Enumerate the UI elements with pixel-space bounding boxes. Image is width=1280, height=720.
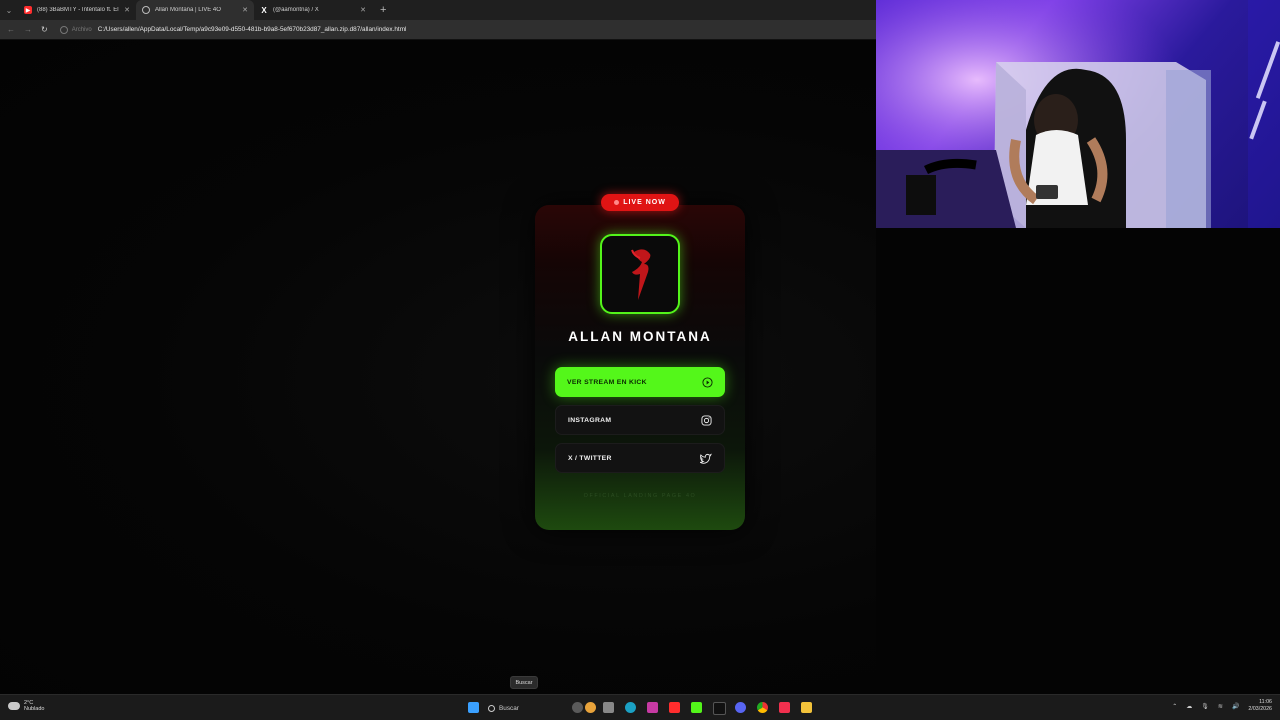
twitter-button[interactable]: X / TWITTER xyxy=(555,443,725,473)
avatar xyxy=(600,234,680,314)
live-now-badge: LIVE NOW xyxy=(601,194,679,211)
twitter-bird-icon xyxy=(700,452,712,464)
webcam-image xyxy=(876,0,1280,228)
forward-arrow-icon[interactable]: → xyxy=(24,25,32,34)
cloud-icon xyxy=(8,702,20,710)
edge-icon[interactable] xyxy=(625,702,636,713)
instagram-icon xyxy=(701,414,712,426)
back-arrow-icon[interactable]: ← xyxy=(7,25,15,34)
reload-icon[interactable]: ↻ xyxy=(41,25,48,34)
discord-app-icon[interactable] xyxy=(735,702,746,713)
button-label: VER STREAM EN KICK xyxy=(567,378,647,386)
wifi-icon[interactable]: ≋ xyxy=(1218,703,1223,710)
search-icon xyxy=(488,704,495,712)
x-favicon-icon: X xyxy=(261,5,267,15)
close-tab-icon[interactable]: ✕ xyxy=(242,6,248,14)
globe-favicon-icon xyxy=(142,6,150,14)
folder-icon[interactable] xyxy=(801,702,812,713)
search-tooltip: Buscar xyxy=(510,676,538,689)
card-footer: OFFICIAL LANDING PAGE 4O xyxy=(583,493,697,499)
play-circle-icon xyxy=(702,376,713,388)
tab-title: (@aamontna) / X xyxy=(273,7,319,13)
tiktok-app-icon[interactable] xyxy=(713,702,726,715)
site-label: Archivo xyxy=(71,26,92,33)
url-input[interactable]: C:/Users/allen/AppData/Local/Temp/a9c93e… xyxy=(98,26,407,33)
tab-x[interactable]: X (@aamontna) / X ✕ xyxy=(254,0,372,20)
instagram-button[interactable]: INSTAGRAM xyxy=(555,405,725,435)
windows-start-icon[interactable] xyxy=(468,702,479,713)
address-bar: ← → ↻ Archivo C:/Users/allen/AppData/Loc… xyxy=(0,20,876,40)
profile-name: ALLAN MONTANA xyxy=(568,329,712,344)
chevron-up-icon[interactable]: ⌃ xyxy=(1172,703,1177,710)
site-info[interactable]: Archivo xyxy=(59,25,92,34)
tab-youtube[interactable]: ▶ (88) 3BaBMTY - Inténtalo ft. El Bebé ✕ xyxy=(18,0,136,20)
instagram-app-icon[interactable] xyxy=(647,702,658,713)
chrome-icon[interactable] xyxy=(585,702,596,713)
cloud-tray-icon[interactable]: ☁ xyxy=(1186,703,1192,710)
webcam-overlay xyxy=(876,0,1280,228)
live-badge-label: LIVE NOW xyxy=(623,199,666,206)
weather-widget[interactable]: 2°C Nublado xyxy=(8,700,45,712)
system-tray: ⌃ ☁ 🎙 ≋ 🔊 11:06 2/03/2026 xyxy=(1172,699,1272,713)
file-icon[interactable] xyxy=(603,702,614,713)
tab-list-icon[interactable]: ⌄ xyxy=(0,0,18,20)
logo-icon xyxy=(631,249,651,300)
clock-time: 11:06 xyxy=(1259,699,1272,705)
tab-allan-montana[interactable]: Allan Montana | LIVE 4O ✕ xyxy=(136,0,254,20)
youtube-favicon-icon: ▶ xyxy=(24,6,32,14)
info-icon xyxy=(59,25,68,34)
close-tab-icon[interactable]: ✕ xyxy=(360,6,366,14)
button-label: X / TWITTER xyxy=(568,454,612,462)
tab-title: Allan Montana | LIVE 4O xyxy=(155,7,221,13)
search-placeholder: Buscar xyxy=(499,704,519,712)
clock[interactable]: 11:06 2/03/2026 xyxy=(1248,699,1272,713)
music-app-icon[interactable] xyxy=(779,702,790,713)
button-label: INSTAGRAM xyxy=(568,416,612,424)
microphone-icon[interactable]: 🎙 xyxy=(1201,703,1209,710)
clock-date: 2/03/2026 xyxy=(1248,706,1272,712)
live-dot-icon xyxy=(614,200,620,205)
widget-icon[interactable] xyxy=(572,702,583,713)
close-tab-icon[interactable]: ✕ xyxy=(124,6,130,14)
chrome-app-icon[interactable] xyxy=(757,702,768,713)
weather-condition: Nublado xyxy=(24,706,45,712)
tab-title: (88) 3BaBMTY - Inténtalo ft. El Bebé xyxy=(37,7,119,13)
volume-icon[interactable]: 🔊 xyxy=(1232,703,1239,710)
kick-app-icon[interactable] xyxy=(691,702,702,713)
new-tab-button[interactable]: + xyxy=(380,4,386,16)
youtube-app-icon[interactable] xyxy=(669,702,680,713)
kick-stream-button[interactable]: VER STREAM EN KICK xyxy=(555,367,725,397)
browser-tab-bar: ⌄ ▶ (88) 3BaBMTY - Inténtalo ft. El Bebé… xyxy=(0,0,876,20)
screen: ⌄ ▶ (88) 3BaBMTY - Inténtalo ft. El Bebé… xyxy=(0,0,1280,720)
taskbar-search[interactable]: Buscar xyxy=(488,700,550,716)
taskbar: 2°C Nublado Buscar ⌃ ☁ 🎙 ≋ 🔊 11:06 2/03/… xyxy=(0,694,1280,720)
page-viewport-right xyxy=(876,228,1280,694)
